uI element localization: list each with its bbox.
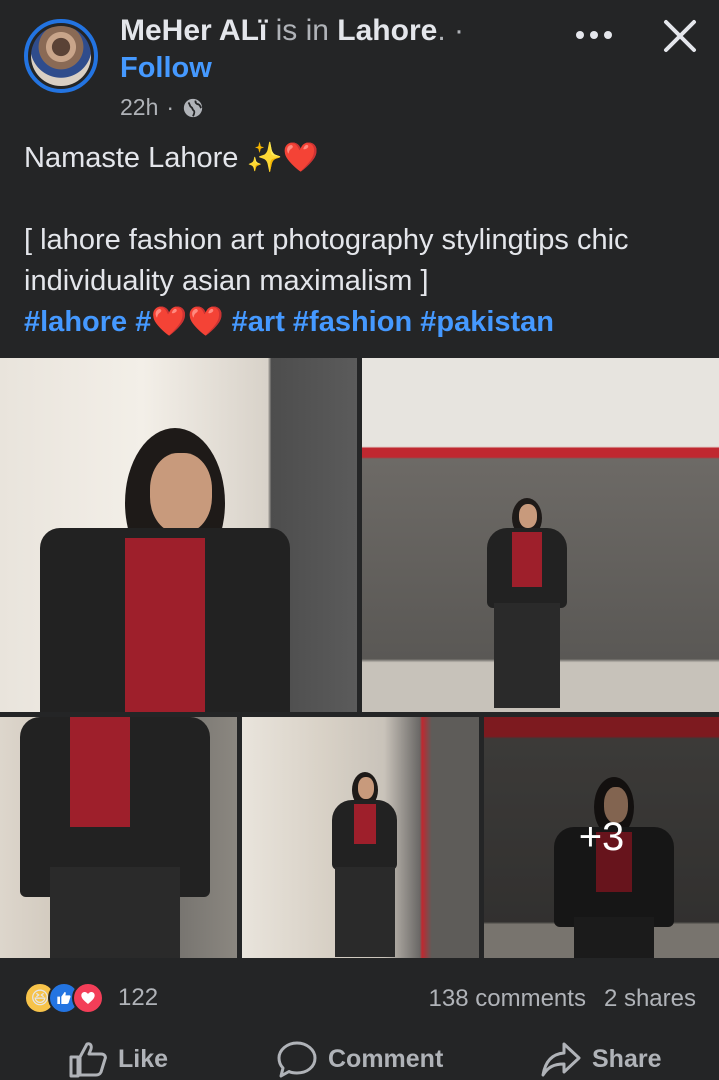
- more-photos-count: +3: [578, 815, 625, 859]
- like-label: Like: [118, 1044, 169, 1073]
- post-header: MeHer ALï is in Lahore. · Follow 22h ·: [0, 0, 719, 130]
- author-avatar[interactable]: [24, 19, 98, 93]
- reaction-count: 122: [118, 984, 159, 1011]
- caption-line-2: [ lahore fashion art photography styling…: [24, 224, 629, 297]
- person-figure: [40, 428, 300, 712]
- photo-2[interactable]: [362, 358, 719, 712]
- shares-count[interactable]: 2 shares: [604, 985, 696, 1013]
- share-arrow-icon: [541, 1042, 581, 1077]
- hashtag-fashion[interactable]: #fashion: [293, 306, 412, 338]
- comment-button[interactable]: Comment: [276, 1040, 443, 1078]
- photo-3[interactable]: [0, 717, 237, 958]
- more-options-icon[interactable]: [572, 20, 616, 50]
- close-icon[interactable]: [658, 14, 702, 58]
- comment-label: Comment: [328, 1044, 444, 1073]
- love-reaction-icon: [72, 982, 104, 1014]
- location-suffix: . ·: [437, 14, 464, 47]
- post-caption: Namaste Lahore ✨❤️ [ lahore fashion art …: [24, 138, 704, 343]
- thumbs-up-icon: [69, 1042, 107, 1078]
- person-figure: [482, 498, 572, 708]
- avatar-image: [31, 26, 91, 86]
- post-time[interactable]: 22h: [120, 94, 158, 121]
- engagement-stats: 138 comments 2 shares: [429, 985, 696, 1013]
- location-name[interactable]: Lahore: [337, 14, 437, 47]
- hashtag-pakistan[interactable]: #pakistan: [420, 306, 554, 338]
- share-button[interactable]: Share: [540, 1040, 661, 1078]
- like-button[interactable]: Like: [68, 1040, 168, 1078]
- photo-1[interactable]: [0, 358, 357, 712]
- comments-count[interactable]: 138 comments: [429, 985, 586, 1013]
- photo-4[interactable]: [242, 717, 479, 958]
- meta-separator: ·: [166, 94, 175, 120]
- reaction-summary[interactable]: 😆 122: [24, 982, 158, 1014]
- share-label: Share: [592, 1044, 662, 1073]
- author-line: MeHer ALï is in Lahore. ·: [120, 12, 464, 50]
- hashtag-line: #lahore #❤️❤️ #art #fashion #pakistan: [24, 302, 704, 343]
- hashtag-hearts[interactable]: #❤️❤️: [135, 306, 223, 338]
- author-name[interactable]: MeHer ALï: [120, 14, 267, 47]
- post-meta: 22h ·: [120, 94, 204, 121]
- globe-icon: [183, 98, 203, 117]
- hashtag-hearts-emoji: ❤️❤️: [151, 306, 224, 338]
- action-bar: Like Comment Share: [0, 1040, 719, 1080]
- more-photos-overlay[interactable]: +3: [484, 717, 719, 958]
- checkin-text: is in: [275, 14, 329, 47]
- person-figure: [20, 717, 220, 958]
- follow-button[interactable]: Follow: [120, 52, 212, 85]
- caption-line-1: Namaste Lahore ✨❤️: [24, 142, 319, 174]
- hashtag-lahore[interactable]: #lahore: [24, 306, 127, 338]
- person-figure: [327, 772, 402, 957]
- hashtag-art[interactable]: #art: [232, 306, 285, 338]
- hashtag-prefix: #: [135, 306, 152, 338]
- comment-bubble-icon: [277, 1041, 317, 1078]
- photo-5[interactable]: +3: [484, 717, 719, 958]
